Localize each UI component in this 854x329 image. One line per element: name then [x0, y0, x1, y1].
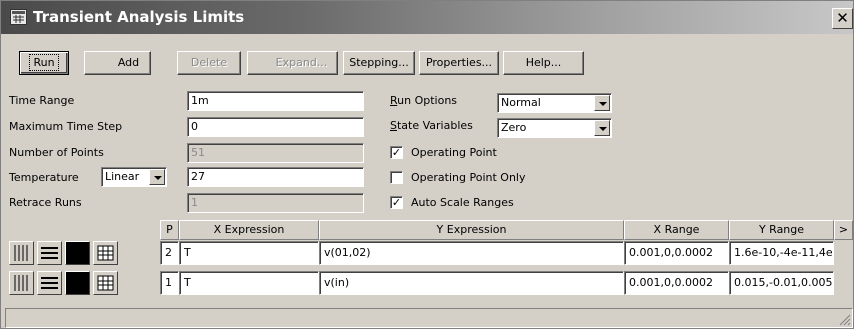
- row-2-x-expression[interactable]: T: [179, 271, 319, 295]
- chevron-down-icon[interactable]: [149, 169, 165, 185]
- chevron-down-icon[interactable]: [594, 95, 610, 111]
- temperature-field[interactable]: 27: [187, 167, 364, 187]
- temperature-mode-value: Linear: [105, 170, 140, 183]
- line-width-icon[interactable]: [37, 241, 62, 265]
- grid-header-x-expression[interactable]: X Expression: [179, 220, 319, 240]
- row-1-x-range[interactable]: 0.001,0,0.0002: [624, 241, 729, 265]
- auto-scale-ranges-label: Auto Scale Ranges: [411, 196, 514, 209]
- retrace-runs-label: Retrace Runs: [9, 196, 82, 209]
- row-1-y-range[interactable]: 1.6e-10,-4e-11,4e: [729, 241, 834, 265]
- chevron-down-icon[interactable]: [594, 120, 610, 136]
- row-1-y-expression[interactable]: v(01,02): [319, 241, 624, 265]
- row-2-y-expression[interactable]: v(in): [319, 271, 624, 295]
- state-variables-label: State Variables: [390, 119, 473, 132]
- operating-point-label: Operating Point: [411, 146, 497, 159]
- operating-point-only-label: Operating Point Only: [411, 171, 526, 184]
- expand-button[interactable]: Expand...: [247, 51, 338, 75]
- delete-button[interactable]: Delete: [177, 51, 241, 75]
- line-color-swatch[interactable]: [65, 241, 90, 265]
- resize-grip-icon[interactable]: [837, 312, 851, 326]
- time-range-label: Time Range: [9, 94, 75, 107]
- auto-scale-ranges-checkbox[interactable]: ✓: [390, 196, 403, 209]
- max-time-step-field[interactable]: 0: [187, 117, 364, 137]
- help-button[interactable]: Help...: [503, 51, 584, 75]
- row-2-y-range[interactable]: 0.015,-0.01,0.005: [729, 271, 834, 295]
- operating-point-only-checkbox[interactable]: [390, 171, 403, 184]
- time-range-field[interactable]: 1m: [187, 91, 364, 111]
- add-button[interactable]: Add: [84, 51, 151, 75]
- point-style-icon[interactable]: [93, 271, 118, 295]
- state-variables-select[interactable]: Zero: [497, 118, 612, 138]
- point-style-icon[interactable]: [93, 241, 118, 265]
- properties-button[interactable]: Properties...: [419, 51, 499, 75]
- temperature-label: Temperature: [9, 171, 79, 184]
- row-1-x-expression[interactable]: T: [179, 241, 319, 265]
- state-variables-value: Zero: [501, 121, 527, 134]
- num-points-label: Number of Points: [9, 146, 104, 159]
- stepping-button[interactable]: Stepping...: [343, 51, 415, 75]
- window-app-icon: [10, 9, 27, 25]
- row-2-x-range[interactable]: 0.001,0,0.0002: [624, 271, 729, 295]
- grid-header-x-range[interactable]: X Range: [624, 220, 729, 240]
- operating-point-checkbox[interactable]: ✓: [390, 146, 403, 159]
- line-style-icon[interactable]: [9, 271, 34, 295]
- run-options-select[interactable]: Normal: [497, 93, 612, 113]
- grid-header-p[interactable]: P: [160, 220, 179, 240]
- grid-header-y-expression[interactable]: Y Expression: [319, 220, 624, 240]
- checkmark-icon: ✓: [391, 196, 402, 209]
- close-button[interactable]: ✕: [832, 8, 853, 29]
- run-options-label: Run Options: [390, 94, 458, 107]
- row-2-p[interactable]: 1: [160, 271, 179, 295]
- line-style-icon[interactable]: [9, 241, 34, 265]
- title-bar[interactable]: Transient Analysis Limits ✕: [1, 1, 853, 34]
- temperature-mode-select[interactable]: Linear: [101, 167, 167, 187]
- max-time-step-label: Maximum Time Step: [9, 120, 123, 133]
- checkmark-icon: ✓: [391, 146, 402, 159]
- grid-scroll-right[interactable]: >: [834, 220, 853, 240]
- window-title: Transient Analysis Limits: [33, 8, 245, 26]
- run-button[interactable]: Run: [19, 51, 69, 75]
- transient-analysis-window: Transient Analysis Limits ✕ Run Add Dele…: [0, 0, 854, 329]
- line-width-icon[interactable]: [37, 271, 62, 295]
- status-bar: [5, 308, 853, 328]
- row-1-p[interactable]: 2: [160, 241, 179, 265]
- run-options-value: Normal: [501, 96, 541, 109]
- grid-header-y-range[interactable]: Y Range: [729, 220, 834, 240]
- retrace-runs-field: 1: [187, 193, 364, 213]
- line-color-swatch[interactable]: [65, 271, 90, 295]
- num-points-field: 51: [187, 143, 364, 163]
- close-icon: ✕: [836, 9, 849, 27]
